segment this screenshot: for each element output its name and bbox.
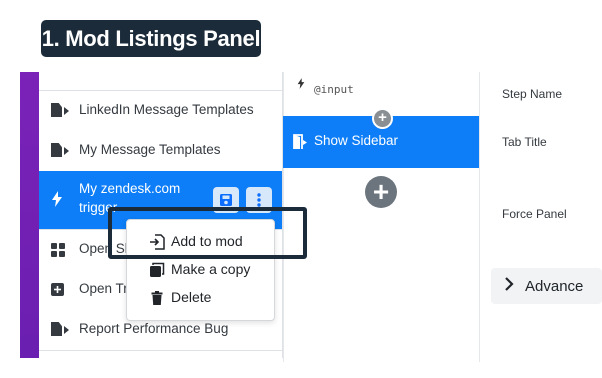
step-name-label: Step Name <box>502 87 563 101</box>
trash-icon <box>149 290 165 306</box>
copy-icon <box>149 262 165 278</box>
force-panel-label: Force Panel <box>502 207 567 221</box>
menu-item-make-copy[interactable]: Make a copy <box>127 256 274 284</box>
sidebar-door-icon <box>291 133 308 155</box>
list-item-linkedin-templates[interactable]: LinkedIn Message Templates <box>39 91 282 132</box>
advanced-toggle[interactable]: Advance <box>491 268 602 304</box>
bolt-icon <box>51 191 65 207</box>
divider <box>479 72 480 362</box>
file-play-icon <box>51 103 69 119</box>
chevron-right-icon <box>504 276 514 297</box>
plus-square-icon <box>51 282 65 298</box>
bolt-icon <box>297 78 305 92</box>
file-play-icon <box>51 322 69 338</box>
grid-icon <box>51 242 65 258</box>
tab-title-label: Tab Title <box>502 135 547 149</box>
file-play-icon <box>51 143 69 159</box>
page-title: 1. Mod Listings Panel <box>41 20 261 57</box>
add-step-small-button[interactable]: + <box>372 108 393 129</box>
sidebar-accent-strip <box>20 72 39 358</box>
menu-item-delete[interactable]: Delete <box>127 284 274 312</box>
list-item-my-templates[interactable]: My Message Templates <box>39 131 282 172</box>
list-item-partial <box>39 72 282 91</box>
input-label: @input <box>314 83 354 96</box>
add-step-button[interactable]: + <box>365 176 397 208</box>
tutorial-highlight-box <box>108 207 307 259</box>
